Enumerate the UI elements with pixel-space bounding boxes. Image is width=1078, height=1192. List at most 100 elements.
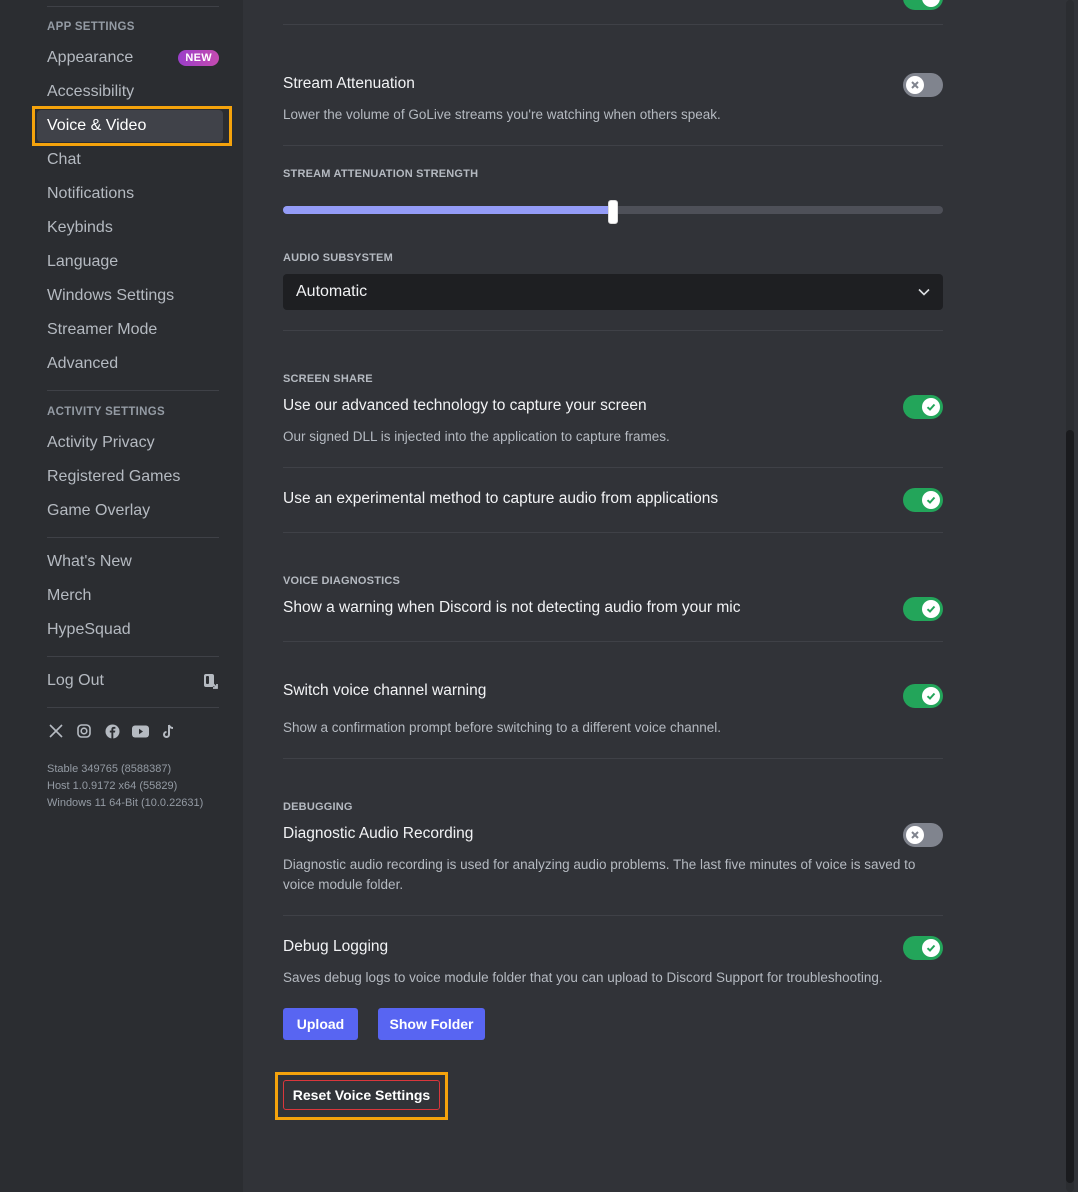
version-info: Stable 349765 (8588387) Host 1.0.9172 x6… (47, 761, 203, 812)
sidebar-item-label: Voice & Video (47, 117, 147, 134)
settings-sidebar: App Settings Appearance NEW Accessibilit… (0, 0, 243, 1192)
upload-button[interactable]: Upload (283, 1008, 358, 1040)
section-divider (283, 467, 943, 468)
sidebar-item-label: Game Overlay (47, 502, 151, 519)
check-icon (922, 491, 940, 509)
x-icon (906, 826, 924, 844)
stream-attenuation-description: Lower the volume of GoLive streams you'r… (283, 107, 721, 122)
sidebar-item-label: Streamer Mode (47, 321, 158, 338)
sidebar-item-appearance[interactable]: Appearance NEW (37, 42, 223, 74)
stream-attenuation-strength-header: Stream Attenuation Strength (283, 168, 479, 180)
check-icon (922, 939, 940, 957)
x-icon[interactable] (47, 721, 65, 741)
stream-attenuation-toggle[interactable] (903, 73, 943, 97)
section-divider (283, 24, 943, 25)
check-icon (922, 600, 940, 618)
section-divider (283, 145, 943, 146)
sidebar-item-accessibility[interactable]: Accessibility (37, 76, 223, 108)
previous-setting-toggle[interactable] (903, 0, 943, 10)
sidebar-item-registered-games[interactable]: Registered Games (37, 461, 223, 493)
sidebar-item-whats-new[interactable]: What's New (37, 546, 223, 578)
instagram-icon[interactable] (75, 721, 93, 741)
switch-warning-title: Switch voice channel warning (283, 682, 487, 699)
version-host: Host 1.0.9172 x64 (55829) (47, 780, 178, 792)
sidebar-item-label: Notifications (47, 185, 135, 202)
screen-share-header: Screen Share (283, 373, 373, 385)
experimental-audio-toggle[interactable] (903, 488, 943, 512)
sidebar-divider (47, 707, 219, 708)
sidebar-item-windows-settings[interactable]: Windows Settings (37, 280, 223, 312)
sidebar-item-keybinds[interactable]: Keybinds (37, 212, 223, 244)
sidebar-divider (47, 6, 219, 7)
section-divider (283, 915, 943, 916)
version-os: Windows 11 64-Bit (10.0.22631) (47, 797, 204, 809)
diagnostic-recording-title: Diagnostic Audio Recording (283, 825, 474, 842)
advanced-capture-title: Use our advanced technology to capture y… (283, 397, 647, 414)
chevron-down-icon (918, 283, 930, 301)
youtube-icon[interactable] (131, 721, 149, 741)
mic-warning-title: Show a warning when Discord is not detec… (283, 599, 741, 616)
sidebar-item-activity-privacy[interactable]: Activity Privacy (37, 427, 223, 459)
reset-voice-settings-button[interactable]: Reset Voice Settings (283, 1080, 440, 1110)
sidebar-item-label: Chat (47, 151, 81, 168)
diagnostic-recording-toggle[interactable] (903, 823, 943, 847)
section-divider (283, 532, 943, 533)
sidebar-item-label: Keybinds (47, 219, 113, 236)
version-stable: Stable 349765 (8588387) (47, 763, 172, 775)
activity-settings-header: Activity Settings (47, 406, 165, 418)
voice-diagnostics-header: Voice Diagnostics (283, 575, 401, 587)
app-settings-header: App Settings (47, 21, 135, 33)
sidebar-item-label: Windows Settings (47, 287, 175, 304)
sidebar-item-notifications[interactable]: Notifications (37, 178, 223, 210)
stream-attenuation-strength-slider[interactable] (283, 200, 943, 224)
sidebar-item-hypesquad[interactable]: HypeSquad (37, 614, 223, 646)
sidebar-item-label: Language (47, 253, 119, 270)
sidebar-item-chat[interactable]: Chat (37, 144, 223, 176)
tiktok-icon[interactable] (159, 721, 177, 741)
sidebar-divider (47, 656, 219, 657)
debug-logging-toggle[interactable] (903, 936, 943, 960)
audio-subsystem-header: Audio Subsystem (283, 252, 393, 264)
sidebar-divider (47, 537, 219, 538)
logout-button[interactable]: Log Out (37, 665, 223, 697)
sidebar-item-streamer-mode[interactable]: Streamer Mode (37, 314, 223, 346)
advanced-capture-description: Our signed DLL is injected into the appl… (283, 429, 670, 444)
sidebar-item-game-overlay[interactable]: Game Overlay (37, 495, 223, 527)
slider-grabber[interactable] (608, 200, 618, 224)
sidebar-divider (47, 390, 219, 391)
switch-warning-toggle[interactable] (903, 684, 943, 708)
logout-label: Log Out (47, 672, 104, 689)
advanced-capture-toggle[interactable] (903, 395, 943, 419)
slider-fill (283, 206, 613, 214)
sidebar-item-language[interactable]: Language (37, 246, 223, 278)
debugging-header: Debugging (283, 801, 353, 813)
sidebar-item-label: Registered Games (47, 468, 181, 485)
sidebar-item-advanced[interactable]: Advanced (37, 348, 223, 380)
diagnostic-recording-description: Diagnostic audio recording is used for a… (283, 857, 916, 892)
check-icon (922, 398, 940, 416)
switch-warning-description: Show a confirmation prompt before switch… (283, 720, 721, 735)
sidebar-item-label: What's New (47, 553, 132, 570)
sidebar-item-label: Merch (47, 587, 92, 604)
section-divider (283, 758, 943, 759)
sidebar-item-label: HypeSquad (47, 621, 131, 638)
sidebar-item-merch[interactable]: Merch (37, 580, 223, 612)
stream-attenuation-title: Stream Attenuation (283, 75, 415, 92)
audio-subsystem-select[interactable]: Automatic (283, 274, 943, 310)
scrollbar-thumb[interactable] (1066, 430, 1074, 1183)
x-icon (906, 76, 924, 94)
section-divider (283, 641, 943, 642)
section-divider (283, 330, 943, 331)
social-links (47, 721, 177, 741)
sidebar-item-label: Activity Privacy (47, 434, 155, 451)
show-folder-button[interactable]: Show Folder (378, 1008, 485, 1040)
facebook-icon[interactable] (103, 721, 121, 741)
experimental-audio-title: Use an experimental method to capture au… (283, 490, 719, 507)
check-icon (922, 687, 940, 705)
logout-icon (203, 673, 219, 689)
sidebar-item-voice-video[interactable]: Voice & Video (37, 110, 223, 142)
sidebar-item-label: Advanced (47, 355, 119, 372)
mic-warning-toggle[interactable] (903, 597, 943, 621)
new-badge: NEW (178, 50, 219, 66)
audio-subsystem-value: Automatic (296, 283, 368, 300)
